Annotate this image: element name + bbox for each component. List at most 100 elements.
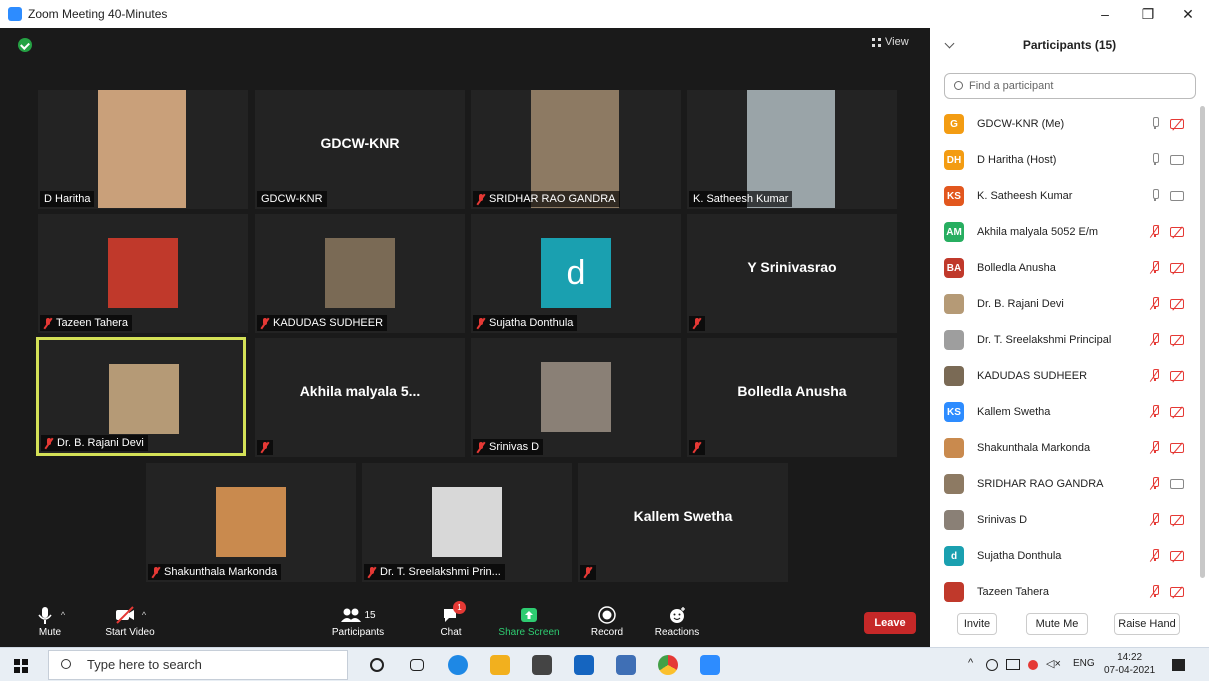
mute-button[interactable]: ^ Mute — [32, 605, 68, 638]
video-tile[interactable]: Bolledla Anusha — [687, 338, 897, 457]
close-button[interactable]: ✕ — [1168, 0, 1208, 28]
mute-options-chevron-icon[interactable]: ^ — [61, 610, 65, 620]
word-icon[interactable] — [616, 655, 636, 675]
battery-icon[interactable] — [1006, 659, 1020, 670]
store-icon[interactable] — [532, 655, 552, 675]
tray-chevron-icon[interactable]: ^ — [968, 657, 973, 669]
edge-browser-icon[interactable] — [448, 655, 468, 675]
video-tile[interactable]: Dr. T. Sreelakshmi Prin... — [362, 463, 572, 582]
participant-name: K. Satheesh Kumar — [977, 190, 1073, 202]
participant-status-icons — [1149, 441, 1184, 455]
mic-icon — [1150, 117, 1160, 130]
participant-video-image — [541, 362, 611, 432]
participant-row[interactable]: KADUDAS SUDHEER — [944, 358, 1192, 394]
minimize-button[interactable]: – — [1085, 0, 1125, 28]
participant-status-icons — [1150, 117, 1184, 131]
video-tile[interactable]: GDCW-KNR GDCW-KNR — [255, 90, 465, 209]
mail-icon[interactable] — [574, 655, 594, 675]
volume-icon[interactable]: ◁× — [1046, 657, 1061, 670]
participant-name: D Haritha (Host) — [977, 154, 1057, 166]
chat-button[interactable]: 1 Chat — [433, 601, 469, 638]
cortana-icon[interactable] — [370, 658, 384, 672]
video-off-icon — [1170, 549, 1184, 563]
mic-icon — [1150, 153, 1160, 166]
task-view-icon[interactable] — [410, 659, 424, 671]
participant-row[interactable]: BA Bolledla Anusha — [944, 250, 1192, 286]
notifications-icon[interactable] — [1172, 659, 1185, 671]
video-tile[interactable]: Kallem Swetha — [578, 463, 788, 582]
participant-row[interactable]: AM Akhila malyala 5052 E/m — [944, 214, 1192, 250]
video-tile[interactable]: Shakunthala Markonda — [146, 463, 356, 582]
participant-row[interactable]: KS K. Satheesh Kumar — [944, 178, 1192, 214]
participant-name: KADUDAS SUDHEER — [977, 370, 1088, 382]
leave-button[interactable]: Leave — [864, 612, 916, 634]
video-options-chevron-icon[interactable]: ^ — [142, 610, 146, 620]
participant-row[interactable]: d Sujatha Donthula — [944, 538, 1192, 574]
file-explorer-icon[interactable] — [490, 655, 510, 675]
participant-name: Kallem Swetha — [977, 406, 1051, 418]
raise-hand-button[interactable]: Raise Hand — [1114, 613, 1180, 635]
start-video-button[interactable]: ^ Start Video — [100, 605, 160, 638]
share-screen-label: Share Screen — [498, 627, 560, 638]
video-tile[interactable]: K. Satheesh Kumar — [687, 90, 897, 209]
tile-participant-name: Srinivas D — [489, 441, 540, 453]
video-tile[interactable]: SRIDHAR RAO GANDRA — [471, 90, 681, 209]
participant-row[interactable]: DH D Haritha (Host) — [944, 142, 1192, 178]
network-icon[interactable] — [986, 659, 998, 671]
taskbar-search-input[interactable]: Type here to search — [48, 650, 348, 680]
participant-row[interactable]: SRIDHAR RAO GANDRA — [944, 466, 1192, 502]
participant-avatar — [944, 510, 964, 530]
tile-participant-name: GDCW-KNR — [261, 193, 323, 205]
participant-name: Shakunthala Markonda — [977, 442, 1091, 454]
participant-avatar — [944, 582, 964, 602]
participant-row[interactable]: KS Kallem Swetha — [944, 394, 1192, 430]
language-indicator[interactable]: ENG — [1073, 658, 1095, 669]
video-tile[interactable]: Srinivas D — [471, 338, 681, 457]
reactions-button[interactable]: Reactions — [652, 605, 702, 638]
muted-mic-icon — [152, 566, 160, 578]
encryption-shield-icon[interactable] — [18, 38, 32, 52]
participants-button[interactable]: 15 Participants — [328, 605, 388, 638]
record-button[interactable]: Record — [588, 605, 626, 638]
security-alert-icon[interactable] — [1028, 660, 1038, 670]
windows-start-icon[interactable] — [14, 659, 28, 673]
participant-name: GDCW-KNR (Me) — [977, 118, 1065, 130]
video-tile[interactable]: Dr. B. Rajani Devi — [36, 337, 246, 456]
mic-muted-icon — [1149, 549, 1160, 562]
participant-row[interactable]: G GDCW-KNR (Me) — [944, 106, 1192, 142]
participant-list-scrollbar[interactable] — [1200, 106, 1205, 578]
chrome-icon[interactable] — [658, 655, 678, 675]
windows-taskbar: Type here to search ^ ◁× ENG 14:22 07-04… — [0, 647, 1209, 681]
find-participant-input[interactable]: Find a participant — [944, 73, 1196, 99]
participant-row[interactable]: Tazeen Tahera — [944, 574, 1192, 610]
window-title: Zoom Meeting 40-Minutes — [28, 7, 168, 21]
record-label: Record — [590, 627, 624, 638]
participant-row[interactable]: Srinivas D — [944, 502, 1192, 538]
muted-mic-icon — [477, 317, 485, 329]
participant-row[interactable]: Dr. T. Sreelakshmi Principal — [944, 322, 1192, 358]
view-button[interactable]: View — [872, 36, 909, 48]
video-tile[interactable]: KADUDAS SUDHEER — [255, 214, 465, 333]
tile-participant-name: KADUDAS SUDHEER — [273, 317, 384, 329]
participant-avatar: d — [944, 546, 964, 566]
meeting-stage: View D Haritha GDCW-KNR GDCW-KNR SRIDHAR RA… — [0, 28, 930, 599]
video-tile[interactable]: d Sujatha Donthula — [471, 214, 681, 333]
clock-time: 14:22 — [1117, 652, 1143, 663]
participant-row[interactable]: Shakunthala Markonda — [944, 430, 1192, 466]
video-tile[interactable]: Y Srinivasrao — [687, 214, 897, 333]
mute-me-button[interactable]: Mute Me — [1026, 613, 1088, 635]
tile-participant-name: Dr. T. Sreelakshmi Prin... — [380, 566, 501, 578]
tile-name-label: Dr. B. Rajani Devi — [41, 435, 148, 451]
participant-video-image — [108, 238, 178, 308]
invite-button[interactable]: Invite — [957, 613, 997, 635]
share-screen-button[interactable]: Share Screen — [496, 605, 562, 638]
video-tile[interactable]: Akhila malyala 5... — [255, 338, 465, 457]
mic-muted-icon — [1149, 441, 1160, 454]
taskbar-clock[interactable]: 14:22 07-04-2021 — [1104, 651, 1155, 677]
tile-participant-name: Sujatha Donthula — [489, 317, 574, 329]
video-tile[interactable]: D Haritha — [38, 90, 248, 209]
zoom-taskbar-icon[interactable] — [700, 655, 720, 675]
participant-row[interactable]: Dr. B. Rajani Devi — [944, 286, 1192, 322]
video-tile[interactable]: Tazeen Tahera — [38, 214, 248, 333]
maximize-button[interactable]: ❐ — [1128, 0, 1168, 28]
